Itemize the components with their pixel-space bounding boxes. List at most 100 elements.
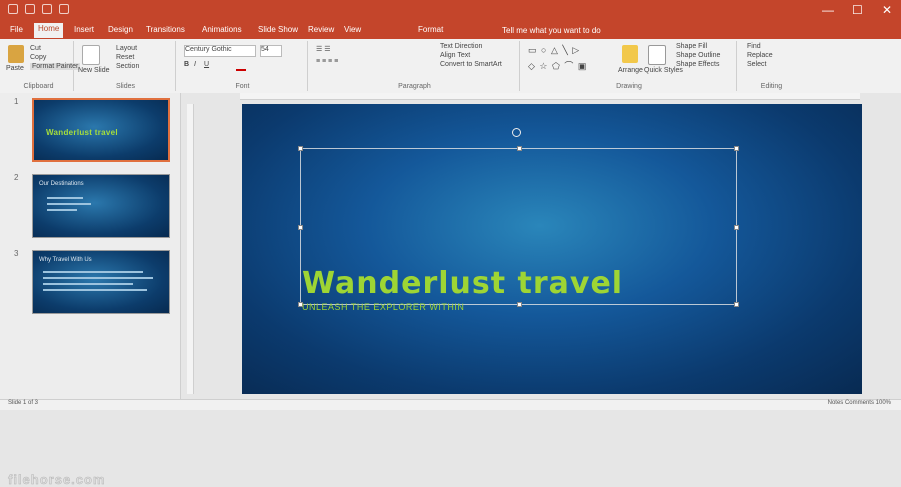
slide-subtitle[interactable]: UNLEASH THE EXPLORER WITHIN bbox=[302, 302, 464, 312]
thumbnail-text-line bbox=[47, 209, 77, 211]
drawing-group-title: Drawing bbox=[616, 83, 642, 90]
slide-thumbnail-2[interactable]: Our Destinations bbox=[32, 174, 170, 238]
drawing-group: ▭ ○ △ ╲ ▷ ◇ ☆ ⬠ ⌒ ▣ Arrange Quick Styles… bbox=[522, 41, 737, 91]
paste-icon[interactable] bbox=[8, 45, 24, 63]
bold-button[interactable]: B bbox=[184, 61, 189, 68]
new-slide-button[interactable]: New Slide bbox=[78, 67, 110, 74]
shapes-gallery-row2[interactable]: ◇ ☆ ⬠ ⌒ ▣ bbox=[528, 59, 587, 72]
thumbnail-text-line bbox=[43, 277, 153, 279]
arrange-icon[interactable] bbox=[622, 45, 638, 63]
resize-handle[interactable] bbox=[517, 146, 522, 151]
slide-counter: Slide 1 of 3 bbox=[8, 400, 39, 406]
underline-button[interactable]: U bbox=[204, 61, 209, 68]
font-group-title: Font bbox=[235, 83, 250, 90]
align-text-button[interactable]: Align Text bbox=[440, 52, 470, 59]
tab-view[interactable]: View bbox=[340, 24, 365, 35]
redo-icon[interactable] bbox=[42, 4, 52, 14]
slide-number: 2 bbox=[14, 173, 19, 182]
font-group: Century Gothic 54 B I U Font bbox=[178, 41, 308, 91]
quick-styles-icon[interactable] bbox=[648, 45, 666, 65]
select-button[interactable]: Select bbox=[747, 61, 766, 68]
cut-button[interactable]: Cut bbox=[30, 45, 41, 52]
arrange-button[interactable]: Arrange bbox=[618, 67, 643, 74]
thumbnail-text-line bbox=[43, 289, 147, 291]
resize-handle[interactable] bbox=[298, 225, 303, 230]
resize-handle[interactable] bbox=[517, 302, 522, 307]
clipboard-group: Paste Cut Copy Format Painter Clipboard bbox=[4, 41, 81, 91]
tab-transitions[interactable]: Transitions bbox=[142, 24, 189, 35]
tab-home[interactable]: Home bbox=[34, 23, 64, 38]
tab-design[interactable]: Design bbox=[104, 24, 137, 35]
resize-handle[interactable] bbox=[734, 146, 739, 151]
tab-review[interactable]: Review bbox=[304, 24, 338, 35]
tab-slide-show[interactable]: Slide Show bbox=[254, 24, 302, 35]
replace-button[interactable]: Replace bbox=[747, 52, 773, 59]
section-button[interactable]: Section bbox=[116, 63, 139, 70]
paragraph-group: ☰ ☰ ≡ ≡ ≡ ≡ Text Direction Align Text Co… bbox=[310, 41, 520, 91]
thumbnail-title: Wanderlust travel bbox=[46, 128, 118, 137]
resize-handle[interactable] bbox=[298, 146, 303, 151]
paragraph-group-title: Paragraph bbox=[398, 83, 431, 90]
zoom-controls[interactable]: Notes Comments 100% bbox=[828, 400, 891, 406]
editing-group-title: Editing bbox=[760, 83, 783, 90]
thumbnail-title: Why Travel With Us bbox=[39, 257, 92, 263]
font-name-box[interactable]: Century Gothic bbox=[184, 45, 256, 57]
shapes-gallery[interactable]: ▭ ○ △ ╲ ▷ bbox=[528, 45, 580, 56]
tell-me-search[interactable]: Tell me what you want to do bbox=[502, 26, 601, 35]
resize-handle[interactable] bbox=[734, 225, 739, 230]
slide-title[interactable]: Wanderlust travel bbox=[302, 266, 623, 301]
quick-access-toolbar bbox=[8, 4, 69, 14]
italic-button[interactable]: I bbox=[194, 61, 196, 68]
watermark: filehorse.com bbox=[8, 472, 106, 487]
horizontal-ruler bbox=[240, 93, 860, 100]
convert-smartart-button[interactable]: Convert to SmartArt bbox=[440, 61, 502, 68]
thumbnail-text-line bbox=[43, 271, 143, 273]
restore-button[interactable]: ☐ bbox=[852, 3, 863, 17]
new-slide-icon[interactable] bbox=[82, 45, 100, 65]
align-icon[interactable]: ≡ ≡ ≡ ≡ bbox=[316, 58, 338, 65]
font-size-box[interactable]: 54 bbox=[260, 45, 282, 57]
close-button[interactable]: ✕ bbox=[882, 3, 892, 17]
main-slide[interactable]: Wanderlust travel UNLEASH THE EXPLORER W… bbox=[242, 104, 862, 394]
shape-effects-button[interactable]: Shape Effects bbox=[676, 61, 719, 68]
title-bar: — ☐ ✕ bbox=[0, 0, 901, 22]
thumbnail-text-line bbox=[43, 283, 133, 285]
minimize-button[interactable]: — bbox=[822, 3, 834, 17]
slide-thumbnail-3[interactable]: Why Travel With Us bbox=[32, 250, 170, 314]
bullets-icon[interactable]: ☰ ☰ bbox=[316, 45, 331, 53]
shape-outline-button[interactable]: Shape Outline bbox=[676, 52, 720, 59]
save-icon[interactable] bbox=[8, 4, 18, 14]
tab-animations[interactable]: Animations bbox=[198, 24, 246, 35]
quick-styles-button[interactable]: Quick Styles bbox=[644, 67, 683, 74]
thumbnail-text-line bbox=[47, 203, 91, 205]
thumbnail-title: Our Destinations bbox=[39, 181, 84, 187]
slides-group-title: Slides bbox=[115, 83, 136, 90]
copy-button[interactable]: Copy bbox=[30, 54, 46, 61]
shape-fill-button[interactable]: Shape Fill bbox=[676, 43, 707, 50]
vertical-ruler bbox=[187, 104, 194, 394]
find-button[interactable]: Find bbox=[747, 43, 761, 50]
slide-thumbnail-1[interactable]: Wanderlust travel bbox=[32, 98, 170, 162]
status-bar: Slide 1 of 3 Notes Comments 100% bbox=[0, 399, 901, 410]
text-direction-button[interactable]: Text Direction bbox=[440, 43, 482, 50]
ribbon: Paste Cut Copy Format Painter Clipboard … bbox=[0, 39, 901, 94]
resize-handle[interactable] bbox=[734, 302, 739, 307]
paste-button[interactable]: Paste bbox=[6, 65, 24, 72]
tab-file[interactable]: File bbox=[6, 24, 27, 35]
clipboard-group-title: Clipboard bbox=[23, 83, 54, 90]
start-slideshow-icon[interactable] bbox=[59, 4, 69, 14]
font-color-icon[interactable] bbox=[236, 61, 246, 71]
reset-button[interactable]: Reset bbox=[116, 54, 134, 61]
rotate-handle-icon[interactable] bbox=[512, 128, 521, 137]
tab-format[interactable]: Format bbox=[414, 24, 447, 35]
slide-thumbnails-pane: 1 Wanderlust travel 2 Our Destinations 3… bbox=[0, 93, 181, 487]
ribbon-tabs: File Home Insert Design Transitions Anim… bbox=[0, 22, 901, 39]
tab-insert[interactable]: Insert bbox=[70, 24, 98, 35]
layout-button[interactable]: Layout bbox=[116, 45, 137, 52]
slide-number: 3 bbox=[14, 249, 19, 258]
format-painter-button[interactable]: Format Painter bbox=[30, 63, 81, 70]
undo-icon[interactable] bbox=[25, 4, 35, 14]
thumbnail-text-line bbox=[47, 197, 83, 199]
slides-group: New Slide Layout Reset Section Slides bbox=[76, 41, 176, 91]
slide-number: 1 bbox=[14, 97, 19, 106]
